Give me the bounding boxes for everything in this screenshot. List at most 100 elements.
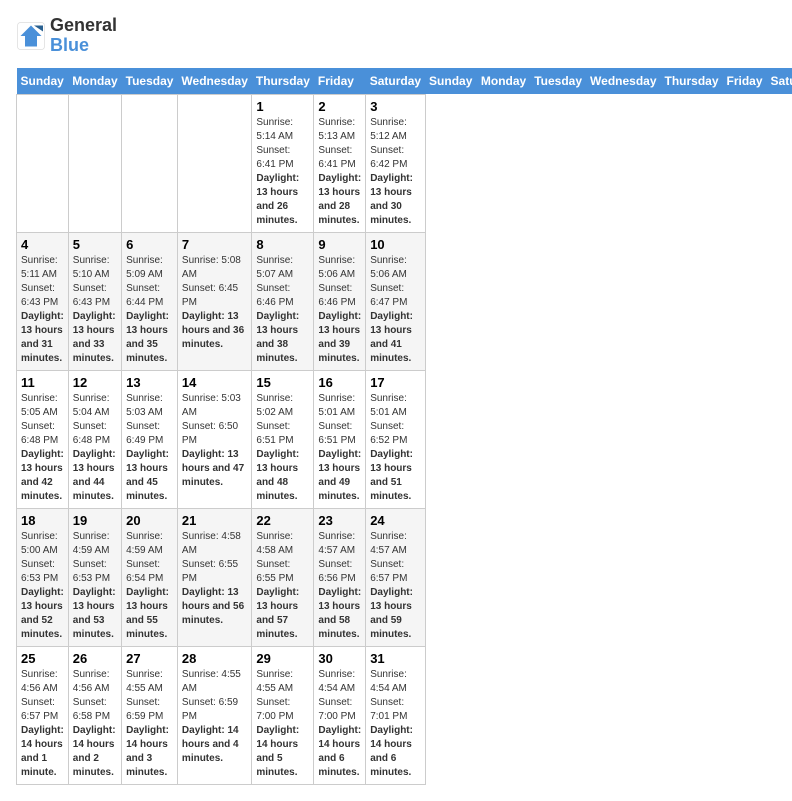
- day-number: 18: [21, 513, 64, 528]
- header-saturday: Saturday: [366, 68, 425, 95]
- day-info: Sunrise: 4:59 AMSunset: 6:54 PMDaylight:…: [126, 530, 173, 642]
- day-info: Sunrise: 4:55 AMSunset: 7:00 PMDaylight:…: [256, 668, 309, 780]
- day-info: Sunrise: 5:01 AMSunset: 6:51 PMDaylight:…: [318, 392, 361, 504]
- calendar-week-row: 4 Sunrise: 5:11 AMSunset: 6:43 PMDaylight…: [17, 232, 792, 370]
- day-info: Sunrise: 5:10 AMSunset: 6:43 PMDaylight:…: [73, 254, 117, 366]
- day-number: 11: [21, 375, 64, 390]
- day-number: 24: [370, 513, 420, 528]
- day-info: Sunrise: 5:01 AMSunset: 6:52 PMDaylight:…: [370, 392, 420, 504]
- day-number: 16: [318, 375, 361, 390]
- header-friday: Friday: [314, 68, 366, 95]
- day-info: Sunrise: 5:06 AMSunset: 6:47 PMDaylight:…: [370, 254, 420, 366]
- day-number: 17: [370, 375, 420, 390]
- header-monday: Monday: [68, 68, 121, 95]
- day-info: Sunrise: 4:57 AMSunset: 6:56 PMDaylight:…: [318, 530, 361, 642]
- day-number: 28: [182, 651, 247, 666]
- calendar-cell: 25Sunrise: 4:56 AMSunset: 6:57 PMDayligh…: [17, 646, 69, 784]
- day-number: 4: [21, 237, 64, 252]
- day-number: 15: [256, 375, 309, 390]
- calendar-cell: 31 Sunrise: 4:54 AMSunset: 7:01 PMDayligh…: [366, 646, 425, 784]
- day-number: 12: [73, 375, 117, 390]
- calendar-cell: 28Sunrise: 4:55 AMSunset: 6:59 PMDayligh…: [177, 646, 251, 784]
- day-number: 26: [73, 651, 117, 666]
- header-saturday: Saturday: [767, 68, 792, 95]
- calendar-cell: 12 Sunrise: 5:04 AMSunset: 6:48 PMDayligh…: [68, 370, 121, 508]
- day-info: Sunrise: 4:58 AMSunset: 6:55 PMDaylight:…: [256, 530, 309, 642]
- day-info: Sunrise: 5:00 AMSunset: 6:53 PMDaylight:…: [21, 530, 64, 642]
- header-tuesday: Tuesday: [122, 68, 178, 95]
- calendar-cell: 24 Sunrise: 4:57 AMSunset: 6:57 PMDayligh…: [366, 508, 425, 646]
- day-number: 21: [182, 513, 247, 528]
- day-number: 14: [182, 375, 247, 390]
- calendar-cell: 4 Sunrise: 5:11 AMSunset: 6:43 PMDaylight…: [17, 232, 69, 370]
- header-thursday: Thursday: [252, 68, 314, 95]
- day-info: Sunrise: 4:59 AMSunset: 6:53 PMDaylight:…: [73, 530, 117, 642]
- calendar-week-row: 18 Sunrise: 5:00 AMSunset: 6:53 PMDayligh…: [17, 508, 792, 646]
- calendar-cell: 26 Sunrise: 4:56 AMSunset: 6:58 PMDayligh…: [68, 646, 121, 784]
- day-number: 19: [73, 513, 117, 528]
- calendar-cell: 10 Sunrise: 5:06 AMSunset: 6:47 PMDayligh…: [366, 232, 425, 370]
- logo-text: General Blue: [50, 16, 117, 56]
- day-info: Sunrise: 4:56 AMSunset: 6:58 PMDaylight:…: [73, 668, 117, 780]
- header-wednesday: Wednesday: [586, 68, 660, 95]
- day-info: Sunrise: 5:09 AMSunset: 6:44 PMDaylight:…: [126, 254, 173, 366]
- day-number: 9: [318, 237, 361, 252]
- calendar-cell: 19 Sunrise: 4:59 AMSunset: 6:53 PMDayligh…: [68, 508, 121, 646]
- day-info: Sunrise: 5:07 AMSunset: 6:46 PMDaylight:…: [256, 254, 309, 366]
- calendar-cell: 6 Sunrise: 5:09 AMSunset: 6:44 PMDaylight…: [122, 232, 178, 370]
- calendar-cell: 7 Sunrise: 5:08 AMSunset: 6:45 PMDaylight…: [177, 232, 251, 370]
- day-number: 5: [73, 237, 117, 252]
- calendar-cell: 2Sunrise: 5:13 AMSunset: 6:41 PMDaylight…: [314, 94, 366, 232]
- calendar-cell: 14Sunrise: 5:03 AMSunset: 6:50 PMDayligh…: [177, 370, 251, 508]
- day-info: Sunrise: 4:54 AMSunset: 7:01 PMDaylight:…: [370, 668, 420, 780]
- calendar-cell: 3Sunrise: 5:12 AMSunset: 6:42 PMDaylight…: [366, 94, 425, 232]
- header-sunday: Sunday: [17, 68, 69, 95]
- day-info: Sunrise: 5:11 AMSunset: 6:43 PMDaylight:…: [21, 254, 64, 366]
- calendar-cell: 15Sunrise: 5:02 AMSunset: 6:51 PMDayligh…: [252, 370, 314, 508]
- day-info: Sunrise: 4:54 AMSunset: 7:00 PMDaylight:…: [318, 668, 361, 780]
- calendar-cell: 17 Sunrise: 5:01 AMSunset: 6:52 PMDayligh…: [366, 370, 425, 508]
- calendar-cell: 29 Sunrise: 4:55 AMSunset: 7:00 PMDayligh…: [252, 646, 314, 784]
- header-friday: Friday: [723, 68, 767, 95]
- day-number: 27: [126, 651, 173, 666]
- day-number: 31: [370, 651, 420, 666]
- day-info: Sunrise: 4:55 AMSunset: 6:59 PMDaylight:…: [126, 668, 173, 780]
- day-info: Sunrise: 5:13 AMSunset: 6:41 PMDaylight:…: [318, 116, 361, 228]
- calendar-cell: 1Sunrise: 5:14 AMSunset: 6:41 PMDaylight…: [252, 94, 314, 232]
- calendar-cell: 20 Sunrise: 4:59 AMSunset: 6:54 PMDayligh…: [122, 508, 178, 646]
- calendar-cell: 16 Sunrise: 5:01 AMSunset: 6:51 PMDayligh…: [314, 370, 366, 508]
- calendar-cell: 5 Sunrise: 5:10 AMSunset: 6:43 PMDaylight…: [68, 232, 121, 370]
- day-number: 7: [182, 237, 247, 252]
- day-number: 29: [256, 651, 309, 666]
- day-number: 8: [256, 237, 309, 252]
- header-monday: Monday: [477, 68, 530, 95]
- day-info: Sunrise: 5:03 AMSunset: 6:49 PMDaylight:…: [126, 392, 173, 504]
- calendar-cell: 23 Sunrise: 4:57 AMSunset: 6:56 PMDayligh…: [314, 508, 366, 646]
- calendar-cell: 22 Sunrise: 4:58 AMSunset: 6:55 PMDayligh…: [252, 508, 314, 646]
- calendar-cell: [68, 94, 121, 232]
- day-number: 3: [370, 99, 420, 114]
- day-info: Sunrise: 4:58 AMSunset: 6:55 PMDaylight:…: [182, 530, 247, 628]
- calendar-cell: [122, 94, 178, 232]
- day-number: 13: [126, 375, 173, 390]
- day-info: Sunrise: 4:57 AMSunset: 6:57 PMDaylight:…: [370, 530, 420, 642]
- day-number: 22: [256, 513, 309, 528]
- logo: General Blue: [16, 16, 117, 56]
- calendar-week-row: 1Sunrise: 5:14 AMSunset: 6:41 PMDaylight…: [17, 94, 792, 232]
- calendar-week-row: 11 Sunrise: 5:05 AMSunset: 6:48 PMDayligh…: [17, 370, 792, 508]
- header-wednesday: Wednesday: [177, 68, 251, 95]
- day-info: Sunrise: 5:06 AMSunset: 6:46 PMDaylight:…: [318, 254, 361, 366]
- day-number: 23: [318, 513, 361, 528]
- day-number: 10: [370, 237, 420, 252]
- day-info: Sunrise: 5:08 AMSunset: 6:45 PMDaylight:…: [182, 254, 247, 352]
- day-info: Sunrise: 5:05 AMSunset: 6:48 PMDaylight:…: [21, 392, 64, 504]
- page-header: General Blue: [16, 16, 776, 56]
- calendar-cell: [17, 94, 69, 232]
- day-info: Sunrise: 5:04 AMSunset: 6:48 PMDaylight:…: [73, 392, 117, 504]
- calendar-cell: 11 Sunrise: 5:05 AMSunset: 6:48 PMDayligh…: [17, 370, 69, 508]
- day-number: 20: [126, 513, 173, 528]
- calendar-cell: 30Sunrise: 4:54 AMSunset: 7:00 PMDayligh…: [314, 646, 366, 784]
- calendar-week-row: 25Sunrise: 4:56 AMSunset: 6:57 PMDayligh…: [17, 646, 792, 784]
- day-info: Sunrise: 5:14 AMSunset: 6:41 PMDaylight:…: [256, 116, 309, 228]
- day-number: 6: [126, 237, 173, 252]
